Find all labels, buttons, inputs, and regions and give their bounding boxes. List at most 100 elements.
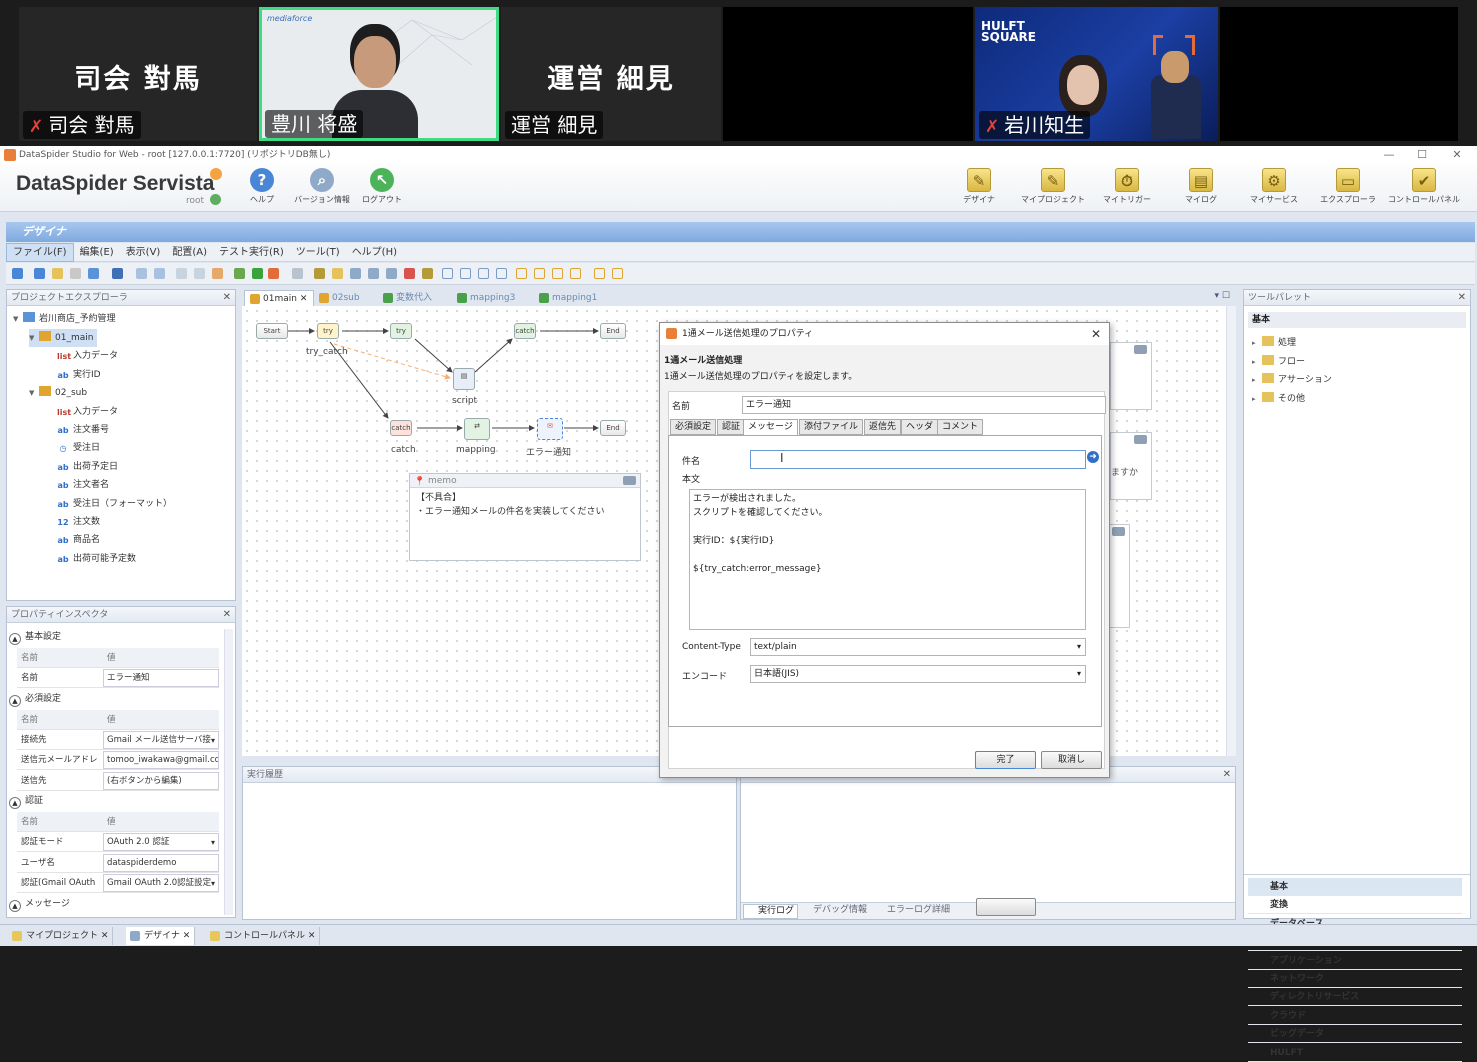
tree-item[interactable]: ab 出荷予定日	[47, 458, 118, 476]
distribute-v-icon[interactable]	[534, 268, 545, 279]
close-panel-icon[interactable]: ✕	[1223, 767, 1231, 783]
close-window-button[interactable]: ✕	[1442, 146, 1472, 164]
same-width-icon[interactable]	[552, 268, 563, 279]
tab-01main[interactable]: 01main ✕	[244, 290, 315, 306]
property-value[interactable]: dataspiderdemo	[103, 853, 219, 872]
tab-reply-to[interactable]: 返信先	[864, 419, 902, 435]
end-node-bottom[interactable]: End	[600, 420, 626, 436]
expand-icon[interactable]: ▸	[1252, 334, 1262, 352]
palette-tree-item[interactable]: ▸ 処理	[1252, 334, 1296, 352]
memo-collapse-icon[interactable]	[1134, 345, 1147, 354]
palette-category[interactable]: HULFT	[1248, 1044, 1462, 1062]
body-textarea[interactable]: エラーが検出されました。 スクリプトを確認してください。 実行ID：${実行ID} $…	[689, 489, 1086, 630]
collapse-icon[interactable]: ▼	[29, 329, 39, 347]
palette-category[interactable]: 基本	[1248, 878, 1462, 896]
video-tile-2-active-speaker[interactable]: mediaforce 豊川 将盛	[259, 7, 499, 141]
expand-icon[interactable]: ▸	[1252, 390, 1262, 408]
close-panel-icon[interactable]: ✕	[1458, 290, 1466, 306]
close-tab-icon[interactable]: ✕	[300, 294, 308, 304]
log-tab-debug[interactable]: デバッグ情報	[799, 904, 870, 919]
save-icon[interactable]	[112, 268, 123, 279]
inspector-section[interactable]: ▲ メッセージ	[9, 896, 233, 912]
palette-tree-item[interactable]: ▸ フロー	[1252, 353, 1305, 371]
video-tile-1[interactable]: 司会 對馬 ✗ 司会 對馬	[19, 7, 257, 141]
hidden-memo-box-2[interactable]: ますか	[1110, 432, 1152, 500]
property-value[interactable]: (右ボタンから編集)	[103, 771, 219, 790]
tab-02sub[interactable]: 02sub	[314, 290, 366, 306]
tab-variable-assign[interactable]: 変数代入	[378, 290, 438, 306]
collapse-icon[interactable]: ▼	[29, 384, 39, 402]
deploy-icon[interactable]	[88, 268, 99, 279]
palette-category[interactable]: クラウド	[1248, 1007, 1462, 1025]
my-project-nav-button[interactable]: ✎ マイプロジェクト	[1017, 168, 1089, 205]
align-center-icon[interactable]	[460, 268, 471, 279]
bug-icon[interactable]	[422, 268, 433, 279]
stop-icon[interactable]	[268, 268, 279, 279]
my-service-nav-button[interactable]: ⚙ マイサービス	[1238, 168, 1310, 205]
expand-icon[interactable]: ▸	[1252, 353, 1262, 371]
tree-item[interactable]: ab 注文番号	[47, 421, 109, 439]
close-panel-icon[interactable]: ✕	[223, 290, 231, 306]
menu-arrange[interactable]: 配置(A)	[166, 243, 213, 262]
property-value[interactable]: OAuth 2.0 認証 ▾	[103, 833, 219, 851]
explorer-nav-button[interactable]: ▭ エクスプローラ	[1312, 168, 1384, 205]
tree-item[interactable]: ▼ 01_main	[29, 329, 98, 347]
tree-item[interactable]: list 入力データ	[47, 347, 118, 365]
end-node-top[interactable]: End	[600, 323, 626, 339]
finish-button[interactable]: 完了	[975, 751, 1036, 769]
palette-category[interactable]: ディレクトリサービス	[1248, 988, 1462, 1007]
close-tab-icon[interactable]: ✕	[308, 931, 316, 941]
copy-icon[interactable]	[176, 268, 187, 279]
tree-item[interactable]: ▼ 02_sub	[29, 384, 87, 402]
open-icon[interactable]	[52, 268, 63, 279]
build-icon[interactable]	[234, 268, 245, 279]
unused[interactable]	[976, 898, 1036, 916]
property-value[interactable]: Gmail メール送信サーバ接 ▾	[103, 730, 219, 749]
logout-button[interactable]: ↖ ログアウト	[346, 168, 418, 205]
link-icon[interactable]	[314, 268, 325, 279]
tab-auth[interactable]: 認証	[717, 419, 746, 435]
tab-attachments[interactable]: 添付ファイル	[799, 419, 864, 435]
close-panel-icon[interactable]: ✕	[223, 607, 231, 623]
tree-item[interactable]: 12 注文数	[47, 513, 100, 531]
tree-project-root[interactable]: ▼ 岩川商店_予約管理	[13, 310, 116, 328]
forward-icon[interactable]	[34, 268, 45, 279]
breakpoint-icon[interactable]	[404, 268, 415, 279]
menu-help[interactable]: ヘルプ(H)	[346, 243, 403, 262]
tree-item[interactable]: ab 注文者名	[47, 476, 109, 494]
tab-required-settings[interactable]: 必須設定	[670, 419, 717, 435]
canvas-scrollbar[interactable]	[1226, 306, 1236, 756]
variable-picker-icon[interactable]: ➜	[1087, 451, 1099, 463]
collapse-section-icon[interactable]: ▲	[9, 797, 21, 809]
catch-node-top[interactable]: catch	[514, 323, 536, 339]
undo-icon[interactable]	[136, 268, 147, 279]
palette-tree-item[interactable]: ▸ アサーション	[1252, 371, 1332, 389]
list-icon[interactable]	[386, 268, 397, 279]
subject-input[interactable]	[750, 450, 1086, 469]
group-icon[interactable]	[594, 268, 605, 279]
document-icon[interactable]	[350, 268, 361, 279]
collapse-section-icon[interactable]: ▲	[9, 899, 21, 912]
inspector-section[interactable]: ▲ 必須設定	[9, 691, 233, 707]
video-tile-3[interactable]: 運営 細見 運営 細見	[501, 7, 721, 141]
palette-tree-item[interactable]: ▸ その他	[1252, 390, 1305, 408]
inspector-section[interactable]: ▲ 認証	[9, 793, 233, 809]
folder-icon[interactable]	[332, 268, 343, 279]
memo-collapse-icon[interactable]	[623, 476, 636, 485]
minimize-button[interactable]: —	[1374, 146, 1404, 164]
my-log-nav-button[interactable]: ▤ マイログ	[1165, 168, 1237, 205]
cancel-button[interactable]: 取消し	[1041, 751, 1102, 769]
mapping-node[interactable]: ⇄	[464, 418, 490, 440]
tab-comment[interactable]: コメント	[937, 419, 984, 435]
menu-file[interactable]: ファイル(F)	[6, 243, 74, 262]
grid-icon[interactable]	[292, 268, 303, 279]
memo-collapse-icon[interactable]	[1112, 527, 1125, 536]
back-icon[interactable]	[12, 268, 23, 279]
palette-category[interactable]: 変換	[1248, 896, 1462, 915]
script-node[interactable]: ▤	[453, 368, 475, 390]
log-tab-error-detail[interactable]: エラーログ詳細	[873, 904, 953, 919]
video-tile-5[interactable]: HULFT SQUARE ✗ 岩川知生	[975, 7, 1218, 141]
name-input[interactable]: エラー通知	[742, 396, 1106, 414]
maximize-button[interactable]: ☐	[1407, 146, 1437, 164]
memo-collapse-icon[interactable]	[1134, 435, 1147, 444]
